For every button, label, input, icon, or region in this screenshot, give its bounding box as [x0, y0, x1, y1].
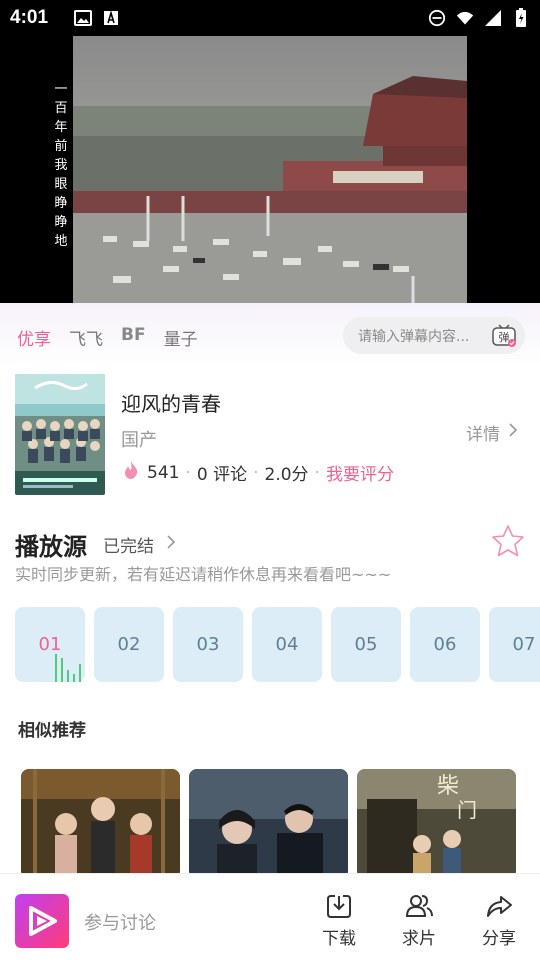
source-tab-youxiang[interactable]: 优享 [17, 325, 51, 350]
recommendation-card[interactable] [189, 769, 348, 879]
danmaku-placeholder: 请输入弹幕内容... [358, 328, 470, 345]
share-icon [487, 896, 512, 917]
battery-icon [512, 8, 530, 27]
episode-item[interactable]: 06 [410, 607, 480, 682]
svg-text:门: 门 [457, 798, 477, 822]
play-logo-icon [29, 906, 57, 936]
share-button[interactable]: 分享 [474, 892, 524, 949]
recommendation-card[interactable]: 柴 门 [357, 769, 516, 879]
bottom-bar: 参与讨论 下载 求片 分享 [0, 873, 540, 960]
comment-count[interactable]: 0 评论 [197, 460, 247, 485]
video-player[interactable]: 一百年前我眼睁睁地 [0, 36, 540, 303]
share-label: 分享 [482, 929, 516, 949]
episode-item[interactable]: 04 [252, 607, 322, 682]
heat-count: 541 [147, 462, 180, 483]
episode-label: 02 [117, 634, 141, 655]
details-label: 详情 [466, 425, 500, 445]
play-source-status[interactable]: 已完结 [103, 532, 176, 557]
movie-region: 国产 [121, 430, 157, 451]
details-button[interactable]: 详情 [466, 420, 518, 445]
source-tab-bf[interactable]: BF [121, 325, 146, 350]
rate-button[interactable]: 我要评分 [326, 460, 394, 485]
chevron-right-icon [508, 422, 518, 443]
status-bar: 4:01 [0, 0, 540, 36]
download-label: 下载 [322, 929, 356, 949]
episode-item[interactable]: 02 [94, 607, 164, 682]
source-tab-liangzi[interactable]: 量子 [164, 325, 198, 350]
score: 2.0分 [264, 465, 309, 485]
favorite-star-icon[interactable] [491, 524, 525, 558]
svg-text:弹: 弹 [499, 330, 510, 344]
episode-item[interactable]: 01 [15, 607, 85, 682]
discuss-input[interactable]: 参与讨论 [84, 909, 156, 935]
source-panel: 优享 飞飞 BF 量子 请输入弹幕内容... 弹 [0, 303, 540, 367]
danmaku-input[interactable]: 请输入弹幕内容... 弹 [343, 317, 525, 354]
video-frame [73, 36, 467, 303]
dnd-icon [428, 9, 446, 27]
app-logo[interactable] [15, 894, 69, 948]
image-icon [74, 9, 93, 27]
episode-item[interactable]: 05 [331, 607, 401, 682]
signal-icon [484, 9, 502, 27]
episode-label: 07 [512, 634, 536, 655]
request-button[interactable]: 求片 [394, 892, 444, 949]
danmaku-toggle-icon[interactable]: 弹 [491, 322, 517, 348]
separator-dot: · [253, 462, 259, 483]
play-source-note: 实时同步更新，若有延迟请稍作休息再来看看吧~~~ [15, 565, 392, 584]
svg-text:柴: 柴 [437, 774, 459, 799]
play-source-status-label: 已完结 [103, 537, 154, 557]
recommendation-card[interactable] [21, 769, 180, 879]
source-tab-feifei[interactable]: 飞飞 [69, 325, 103, 350]
episode-label: 03 [196, 634, 220, 655]
separator-dot: · [314, 462, 320, 483]
play-source-title: 播放源 [15, 533, 87, 561]
status-time: 4:01 [10, 7, 49, 28]
episode-list: 01 02 03 04 05 06 07 [15, 607, 540, 683]
download-button[interactable]: 下载 [314, 892, 364, 949]
playing-indicator-icon [55, 654, 81, 682]
a-icon [102, 9, 120, 27]
source-tabs: 优享 飞飞 BF 量子 [17, 325, 198, 350]
movie-stats: 541 · 0 评论 · 2.0分 · 我要评分 [121, 460, 394, 485]
fire-icon [121, 460, 141, 485]
movie-title: 迎风的青春 [121, 392, 221, 416]
download-icon [327, 895, 351, 918]
similar-title: 相似推荐 [18, 721, 86, 741]
episode-label: 04 [275, 634, 299, 655]
separator-dot: · [185, 462, 191, 483]
wifi-icon [456, 9, 474, 27]
movie-poster[interactable] [15, 374, 105, 495]
episode-label: 06 [433, 634, 457, 655]
episode-label: 05 [354, 634, 378, 655]
episode-item[interactable]: 07 [489, 607, 540, 682]
users-icon [405, 895, 433, 917]
episode-item[interactable]: 03 [173, 607, 243, 682]
video-caption: 一百年前我眼睁睁地 [54, 82, 68, 249]
request-label: 求片 [402, 929, 436, 949]
chevron-right-icon [166, 534, 176, 555]
